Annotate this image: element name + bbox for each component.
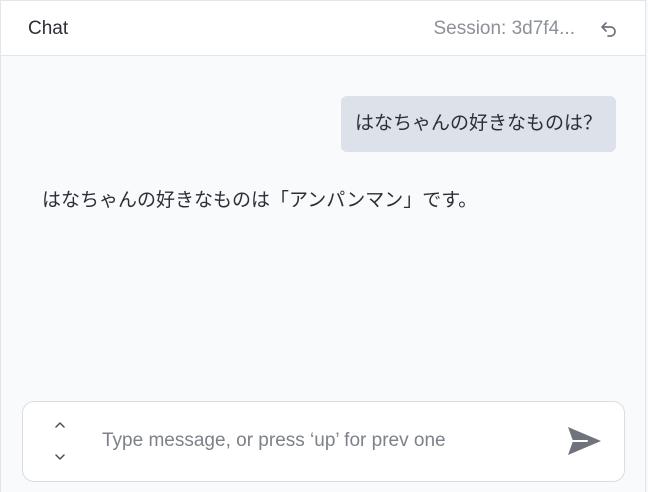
message-list: はなちゃんの好きなものは？ はなちゃんの好きなものは「アンパンマン」です。 <box>1 56 645 396</box>
assistant-message: はなちゃんの好きなものは「アンパンマン」です。 <box>42 190 478 211</box>
send-icon[interactable] <box>565 424 603 458</box>
user-message: はなちゃんの好きなものは？ <box>340 96 616 152</box>
chat-header: Chat Session: 3d7f4... <box>1 0 645 56</box>
chevron-up-icon[interactable] <box>53 418 67 432</box>
session-id-label: Session: 3d7f4... <box>433 18 575 39</box>
history-navigation <box>51 416 69 468</box>
message-composer <box>22 401 625 482</box>
chat-title: Chat <box>28 18 69 39</box>
chevron-down-icon[interactable] <box>53 450 67 464</box>
undo-icon[interactable] <box>599 19 619 39</box>
chat-panel: Chat Session: 3d7f4... はなちゃんの好きなものは？ はなち… <box>0 0 646 492</box>
message-input[interactable] <box>102 421 542 461</box>
